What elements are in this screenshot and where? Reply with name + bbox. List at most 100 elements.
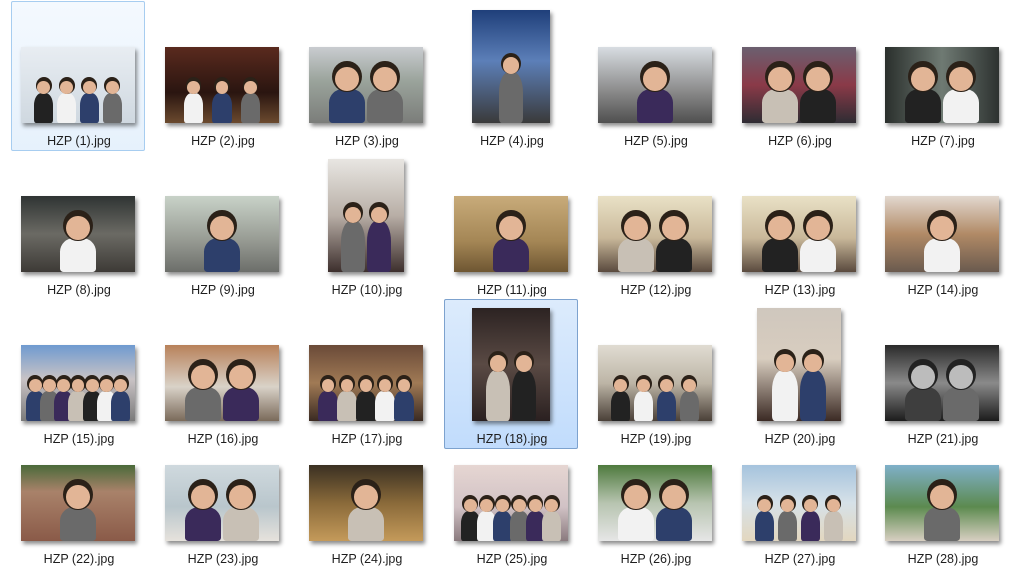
photo-thumbnail bbox=[454, 196, 568, 272]
person-figure bbox=[394, 390, 414, 421]
file-name-label: HZP (4).jpg bbox=[480, 134, 544, 148]
file-item[interactable]: HZP (13).jpg bbox=[732, 150, 866, 300]
file-item[interactable]: HZP (22).jpg bbox=[11, 419, 145, 569]
file-item[interactable]: HZP (24).jpg bbox=[299, 419, 433, 569]
file-name-label: HZP (27).jpg bbox=[764, 552, 836, 566]
person-figure bbox=[800, 88, 836, 123]
person-figure bbox=[223, 506, 259, 541]
person-figure bbox=[778, 510, 798, 541]
person-face bbox=[321, 379, 335, 392]
person-figure bbox=[800, 237, 836, 272]
photo-thumbnail bbox=[21, 465, 135, 541]
file-item[interactable]: HZP (1).jpg bbox=[11, 1, 145, 151]
file-item[interactable]: HZP (25).jpg bbox=[444, 419, 578, 569]
person-face bbox=[43, 379, 56, 392]
photo-thumbnail bbox=[742, 47, 856, 123]
person-face bbox=[28, 379, 42, 392]
person-figure bbox=[656, 237, 692, 272]
person-face bbox=[229, 485, 253, 509]
file-item[interactable]: HZP (10).jpg bbox=[299, 150, 433, 300]
photo-thumbnail bbox=[885, 345, 999, 421]
person-face bbox=[463, 499, 477, 512]
file-item[interactable]: HZP (5).jpg bbox=[588, 1, 722, 151]
person-face bbox=[660, 379, 673, 392]
person-figure bbox=[102, 92, 122, 123]
person-figure bbox=[905, 88, 941, 123]
person-face bbox=[335, 67, 359, 91]
person-figure bbox=[329, 88, 365, 123]
person-figure bbox=[204, 237, 240, 272]
file-name-label: HZP (26).jpg bbox=[620, 552, 692, 566]
person-figure bbox=[800, 510, 820, 541]
person-face bbox=[397, 379, 411, 392]
person-face bbox=[515, 355, 533, 372]
person-figure bbox=[542, 510, 562, 541]
file-item[interactable]: HZP (11).jpg bbox=[444, 150, 578, 300]
file-name-label: HZP (8).jpg bbox=[47, 283, 111, 297]
person-face bbox=[682, 379, 696, 392]
photo-thumbnail bbox=[598, 196, 712, 272]
photo-thumbnail bbox=[165, 465, 279, 541]
file-item[interactable]: HZP (6).jpg bbox=[732, 1, 866, 151]
person-face bbox=[373, 67, 397, 91]
person-face bbox=[781, 499, 794, 512]
file-item[interactable]: HZP (3).jpg bbox=[299, 1, 433, 151]
file-name-label: HZP (24).jpg bbox=[331, 552, 403, 566]
file-item[interactable]: HZP (28).jpg bbox=[875, 419, 1009, 569]
person-face bbox=[496, 499, 510, 512]
person-figure bbox=[679, 390, 699, 421]
file-name-label: HZP (1).jpg bbox=[47, 134, 111, 148]
person-figure bbox=[348, 506, 384, 541]
photo-thumbnail bbox=[757, 308, 841, 421]
person-figure bbox=[656, 506, 692, 541]
file-item[interactable]: HZP (7).jpg bbox=[875, 1, 1009, 151]
photo-thumbnail bbox=[885, 196, 999, 272]
person-figure bbox=[341, 221, 366, 272]
person-figure bbox=[823, 510, 843, 541]
person-face bbox=[340, 379, 354, 392]
file-item[interactable]: HZP (9).jpg bbox=[155, 150, 289, 300]
person-face bbox=[85, 379, 99, 392]
person-figure bbox=[656, 390, 676, 421]
file-item[interactable]: HZP (14).jpg bbox=[875, 150, 1009, 300]
person-face bbox=[370, 206, 387, 223]
person-figure bbox=[943, 386, 979, 421]
person-face bbox=[806, 67, 830, 91]
file-item[interactable]: HZP (27).jpg bbox=[732, 419, 866, 569]
photo-thumbnail bbox=[21, 345, 135, 421]
file-name-label: HZP (2).jpg bbox=[191, 134, 255, 148]
file-item[interactable]: HZP (4).jpg bbox=[444, 1, 578, 151]
file-name-label: HZP (22).jpg bbox=[43, 552, 115, 566]
person-figure bbox=[34, 92, 54, 123]
file-name-label: HZP (10).jpg bbox=[331, 283, 403, 297]
person-face bbox=[643, 67, 667, 91]
person-face bbox=[359, 379, 373, 392]
person-face bbox=[191, 485, 215, 509]
file-item[interactable]: HZP (8).jpg bbox=[11, 150, 145, 300]
person-face bbox=[229, 365, 253, 389]
person-figure bbox=[762, 88, 798, 123]
photo-thumbnail bbox=[165, 47, 279, 123]
file-name-label: HZP (5).jpg bbox=[624, 134, 688, 148]
person-face bbox=[71, 379, 85, 392]
person-face bbox=[624, 216, 648, 240]
file-item[interactable]: HZP (26).jpg bbox=[588, 419, 722, 569]
person-face bbox=[949, 365, 973, 389]
person-face bbox=[100, 379, 113, 392]
file-item[interactable]: HZP (12).jpg bbox=[588, 150, 722, 300]
person-figure bbox=[618, 237, 654, 272]
file-name-label: HZP (3).jpg bbox=[335, 134, 399, 148]
person-face bbox=[244, 81, 257, 94]
person-figure bbox=[240, 92, 261, 123]
photo-thumbnail bbox=[598, 465, 712, 541]
person-face bbox=[662, 216, 686, 240]
person-face bbox=[776, 354, 794, 372]
person-face bbox=[489, 355, 507, 372]
file-item[interactable]: HZP (23).jpg bbox=[155, 419, 289, 569]
person-figure bbox=[185, 386, 221, 421]
person-face bbox=[480, 499, 493, 512]
photo-thumbnail bbox=[454, 465, 568, 541]
person-figure bbox=[366, 221, 391, 272]
file-name-label: HZP (13).jpg bbox=[764, 283, 836, 297]
file-item[interactable]: HZP (2).jpg bbox=[155, 1, 289, 151]
